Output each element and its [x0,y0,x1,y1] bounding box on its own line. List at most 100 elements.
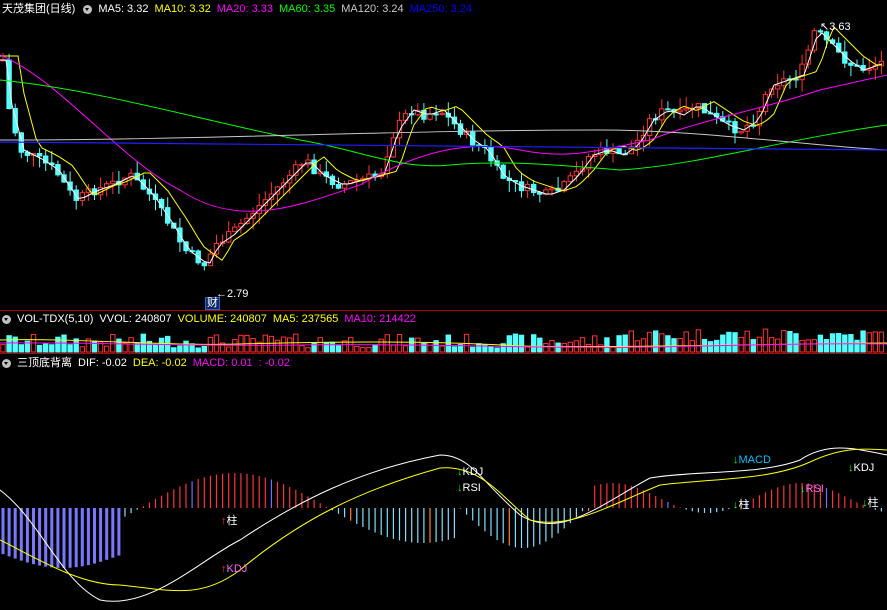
volume-bar [762,328,769,353]
candle-body [226,231,232,243]
candle-body [305,159,311,166]
ma5-line [0,32,883,264]
candle-body [665,108,671,111]
volume-bar [653,330,659,353]
volume-bar [524,346,531,353]
volume-bar [0,344,6,353]
signal-text: RSI [805,483,824,495]
kline-chart[interactable] [0,0,887,610]
volume-bar [665,335,671,353]
volume-bar [854,339,860,353]
volume-bar [866,332,872,353]
volume-bar [311,342,317,353]
candle-body [201,262,208,267]
volume-bar [360,347,366,353]
volume-bar [707,341,714,353]
volume-bar [775,338,781,353]
signal-text: KDJ [853,462,875,474]
volume-bar [171,347,177,353]
volume-bar [829,333,836,353]
volume-bar [79,346,85,353]
volume-bar [604,337,610,353]
volume-bar [439,345,445,353]
signal-marker: ↓柱 [733,496,750,512]
volume-bar [579,337,586,353]
volume-bar [195,347,201,353]
volume-bar [268,335,275,353]
signal-marker: ↓柱 [862,494,879,510]
signal-marker: ↓RSI [457,482,481,494]
candle-body [439,112,445,116]
volume-bar [811,339,817,353]
volume-bar [43,343,49,353]
volume-bar [49,344,55,353]
ma20-line [0,54,887,212]
ma250-line [0,141,887,151]
candle-body [683,107,689,111]
volume-bar [445,334,452,353]
volume-bar [695,329,702,353]
volume-bar [396,333,403,353]
dif-line [0,447,887,602]
candle-body [531,183,537,194]
volume-bar [323,341,330,353]
volume-bar [872,331,878,353]
volume-bar [354,346,360,353]
volume-bar [91,340,98,353]
volume-bar [537,337,543,353]
signal-text: MACD [738,454,771,466]
volume-bar [714,339,720,353]
volume-bar [18,344,25,353]
volume-bar [384,334,391,353]
volume-bar [128,337,134,353]
volume-bar [543,342,549,353]
high-price-marker: ↖3.63 [820,21,851,33]
volume-bar [305,347,311,353]
volume-bar [402,345,409,353]
volume-bar [36,344,43,353]
volume-bar [177,345,183,353]
signal-marker: ↑柱 [221,512,238,528]
candle-body [427,113,433,120]
candle-body [36,153,43,157]
candle-body [335,184,342,189]
volume-bar [470,346,476,353]
finance-badge[interactable]: 财 [205,297,220,310]
volume-bar [598,344,604,353]
candle-body [848,62,854,66]
volume-bar [104,345,110,353]
signal-marker: ↓KDJ [457,466,483,478]
volume-bar [158,337,165,353]
volume-bar [506,335,513,353]
volume-bar [799,339,805,353]
candle-body [775,85,781,90]
volume-bar [726,331,732,353]
volume-bar [55,336,61,353]
low-price-value: 2.79 [227,288,249,300]
candle-body [726,120,732,123]
volume-bar [512,333,519,353]
candle-body [567,175,573,183]
volume-bar [585,343,592,353]
high-price-value: 3.63 [829,21,851,33]
signal-marker: ↓MACD [733,454,771,466]
volume-bar [531,334,537,353]
volume-bar [836,333,842,353]
candle-body [677,109,683,113]
volume-bar [390,344,397,353]
volume-bar [781,330,787,353]
volume-bar [592,335,598,353]
signal-marker: ↓KDJ [848,462,874,474]
volume-bar [299,345,305,353]
volume-bar [152,343,159,353]
signal-text: 柱 [226,515,238,527]
signal-text: 柱 [738,499,750,511]
signal-marker: ↓RSI [800,483,824,495]
volume-bar [421,342,427,353]
volume-bar [640,338,647,353]
volume-bar [518,334,525,353]
volume-bar [793,333,799,353]
volume-bar [476,343,482,353]
signal-marker: ↑KDJ [221,563,247,575]
volume-bar [561,342,567,353]
